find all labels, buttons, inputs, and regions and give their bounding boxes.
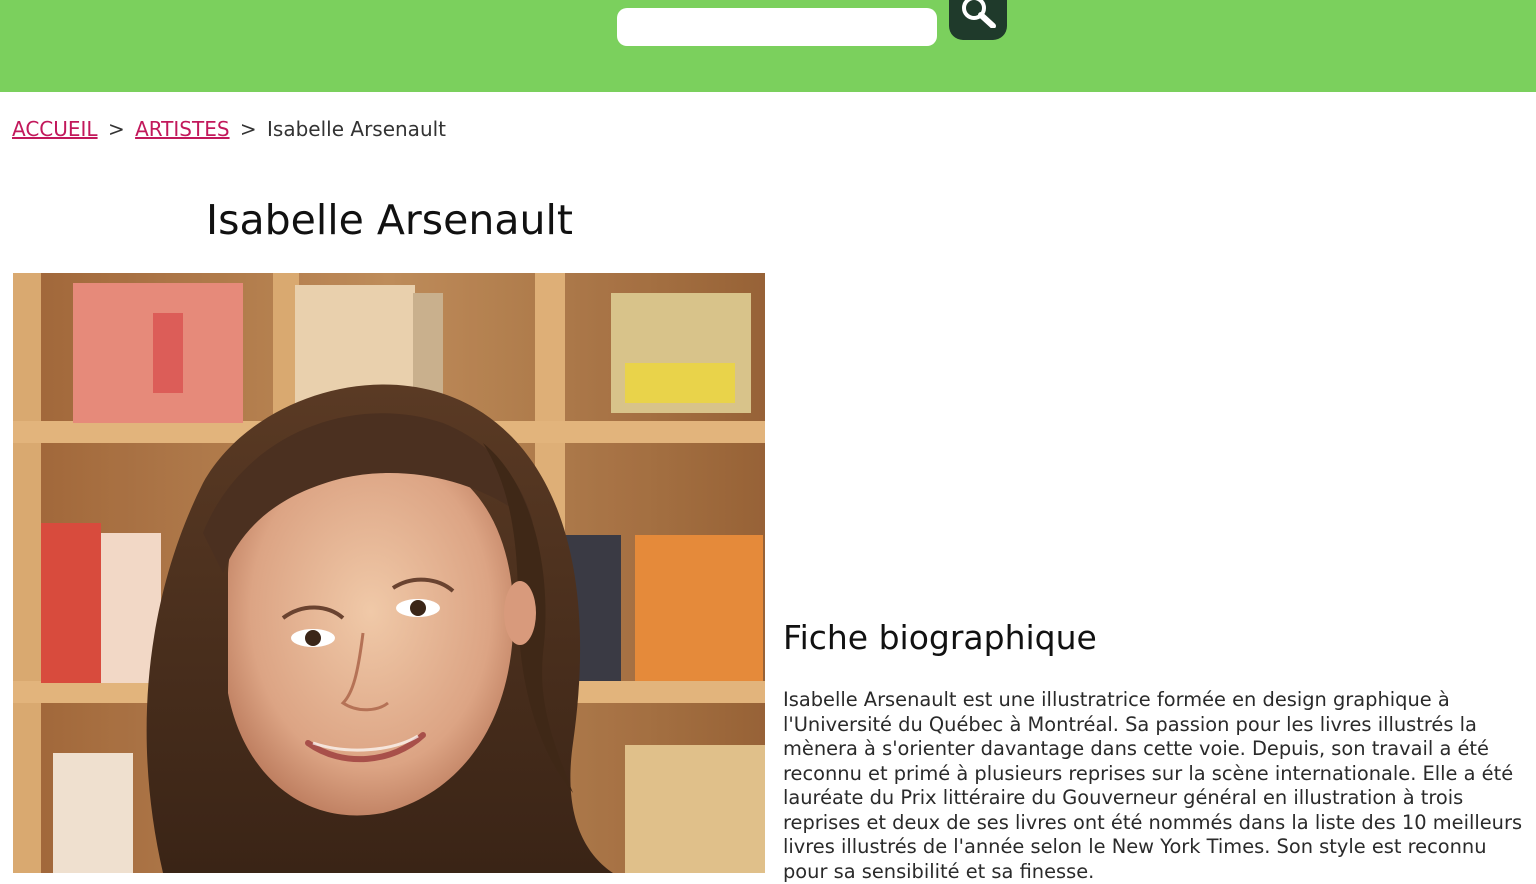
bio-text: Isabelle Arsenault est une illustratrice… bbox=[783, 688, 1523, 883]
breadcrumb: ACCUEIL > ARTISTES > Isabelle Arsenault bbox=[12, 117, 446, 141]
artist-photo-illustration bbox=[13, 273, 765, 873]
breadcrumb-home-link[interactable]: ACCUEIL bbox=[12, 117, 98, 141]
page-title: Isabelle Arsenault bbox=[206, 196, 573, 244]
site-header bbox=[0, 0, 1536, 92]
breadcrumb-artists-link[interactable]: ARTISTES bbox=[135, 117, 229, 141]
bio-heading: Fiche biographique bbox=[783, 618, 1097, 657]
search-input[interactable] bbox=[617, 8, 937, 46]
search-button[interactable] bbox=[949, 0, 1007, 40]
search-icon bbox=[962, 0, 996, 28]
breadcrumb-separator: > bbox=[239, 117, 257, 141]
breadcrumb-separator: > bbox=[107, 117, 125, 141]
artist-photo bbox=[13, 273, 765, 873]
breadcrumb-current: Isabelle Arsenault bbox=[267, 117, 447, 141]
